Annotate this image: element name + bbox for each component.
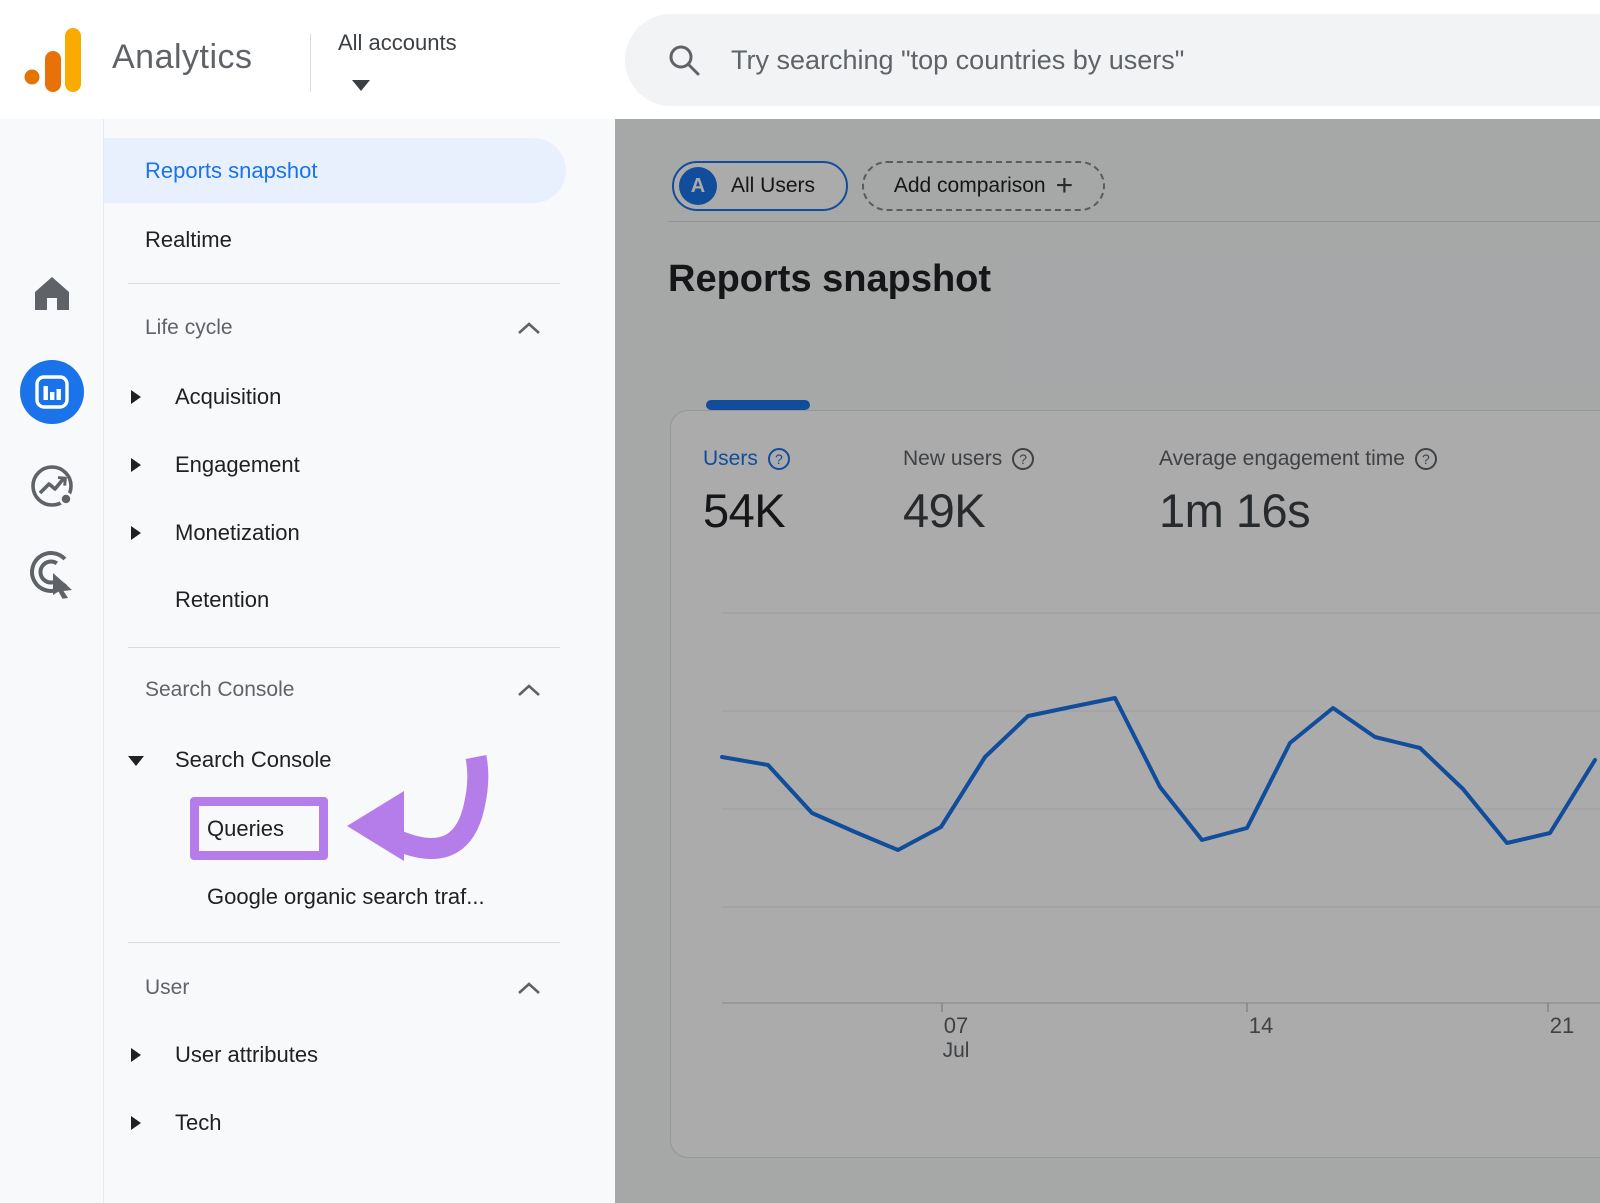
sidebar-item-label: Retention [175, 587, 269, 613]
bar-chart-icon [34, 374, 70, 410]
reports-active-circle [20, 360, 84, 424]
main-content: A All Users Add comparison + Reports sna… [615, 119, 1600, 1203]
sidebar-divider [128, 942, 560, 943]
expand-triangle-icon [131, 390, 141, 404]
chevron-up-icon[interactable] [516, 981, 542, 996]
header-divider [310, 34, 311, 92]
sidebar-item-label: Google organic search traf... [207, 884, 485, 910]
sidebar-section-user[interactable]: User [104, 966, 615, 1010]
icon-rail [0, 119, 104, 1203]
sidebar-item-label: Realtime [145, 227, 232, 253]
sidebar-item-acquisition[interactable]: Acquisition [104, 375, 615, 419]
global-search-input[interactable]: Try searching "top countries by users" [625, 14, 1600, 106]
sidebar-item-label: User attributes [175, 1042, 318, 1068]
top-header: Analytics All accounts Try searching "to… [0, 0, 1600, 119]
home-nav-button[interactable] [0, 275, 104, 311]
sidebar-item-user-attributes[interactable]: User attributes [104, 1033, 615, 1077]
google-analytics-app: Analytics All accounts Try searching "to… [0, 0, 1600, 1203]
sidebar-item-label: Engagement [175, 452, 300, 478]
plus-icon: + [1056, 171, 1074, 201]
reports-nav-button[interactable] [0, 360, 104, 424]
sidebar-section-search-console[interactable]: Search Console [104, 668, 615, 712]
expand-triangle-icon [131, 1116, 141, 1130]
sidebar-item-label: Search Console [175, 747, 332, 773]
sidebar-item-label: Queries [207, 816, 284, 842]
account-switcher-label: All accounts [338, 30, 457, 55]
product-name: Analytics [112, 38, 253, 77]
account-switcher[interactable]: All accounts [338, 30, 457, 56]
segment-avatar: A [679, 167, 717, 205]
chevron-up-icon[interactable] [516, 683, 542, 698]
metric-value: 49K [903, 483, 1034, 538]
advertising-nav-button[interactable] [0, 549, 104, 599]
collapse-triangle-icon [128, 756, 144, 766]
add-comparison-button[interactable]: Add comparison + [862, 161, 1105, 211]
sidebar-item-label: Tech [175, 1110, 221, 1136]
metric-label: Users [703, 447, 758, 471]
sidebar-divider [128, 283, 560, 284]
carousel-tab-indicator[interactable] [706, 400, 810, 410]
sidebar-divider [128, 647, 560, 648]
help-icon[interactable]: ? [768, 448, 790, 470]
metric-label: New users [903, 447, 1002, 471]
sidebar-item-search-console[interactable]: Search Console [104, 738, 615, 782]
search-placeholder: Try searching "top countries by users" [731, 45, 1184, 76]
segment-chip-label: All Users [731, 174, 815, 198]
metric-value: 54K [703, 483, 790, 538]
dropdown-caret-icon [352, 80, 370, 91]
sidebar-item-label: Acquisition [175, 384, 281, 410]
google-analytics-logo [24, 27, 84, 93]
home-icon [32, 275, 72, 311]
sidebar-item-queries[interactable]: Queries [104, 807, 615, 851]
section-header-label: Life cycle [145, 316, 233, 340]
advertising-icon [28, 549, 76, 599]
expand-triangle-icon [131, 526, 141, 540]
metric-avg-engagement-time[interactable]: Average engagement time ? 1m 16s [1159, 447, 1437, 538]
metric-new-users[interactable]: New users ? 49K [903, 447, 1034, 538]
report-nav-sidebar: Reports snapshot Realtime Life cycle Acq… [104, 119, 615, 1203]
sidebar-item-tech[interactable]: Tech [104, 1101, 615, 1145]
sidebar-item-engagement[interactable]: Engagement [104, 443, 615, 487]
help-icon[interactable]: ? [1415, 448, 1437, 470]
section-header-label: Search Console [145, 678, 294, 702]
snapshot-card: Users ? 54K New users ? 49K Average enga… [670, 410, 1600, 1158]
sidebar-item-label: Monetization [175, 520, 300, 546]
sidebar-item-retention[interactable]: Retention [104, 578, 615, 622]
sidebar-item-reports-snapshot[interactable]: Reports snapshot [104, 138, 566, 203]
content-divider [668, 221, 1600, 222]
search-icon [667, 43, 701, 77]
metric-value: 1m 16s [1159, 483, 1437, 538]
expand-triangle-icon [131, 458, 141, 472]
sidebar-item-label: Reports snapshot [145, 158, 317, 184]
page-title: Reports snapshot [668, 258, 991, 301]
expand-triangle-icon [131, 1048, 141, 1062]
chevron-up-icon[interactable] [516, 321, 542, 336]
explore-nav-button[interactable] [0, 463, 104, 509]
add-comparison-label: Add comparison [894, 174, 1046, 198]
sidebar-item-realtime[interactable]: Realtime [104, 218, 615, 262]
all-users-segment-chip[interactable]: A All Users [672, 161, 848, 211]
help-icon[interactable]: ? [1012, 448, 1034, 470]
metric-users[interactable]: Users ? 54K [703, 447, 790, 538]
metric-label: Average engagement time [1159, 447, 1405, 471]
sidebar-section-life-cycle[interactable]: Life cycle [104, 306, 615, 350]
sidebar-item-google-organic-search-traffic[interactable]: Google organic search traf... [104, 875, 615, 919]
explore-icon [29, 463, 75, 509]
section-header-label: User [145, 976, 189, 1000]
sidebar-item-monetization[interactable]: Monetization [104, 511, 615, 555]
